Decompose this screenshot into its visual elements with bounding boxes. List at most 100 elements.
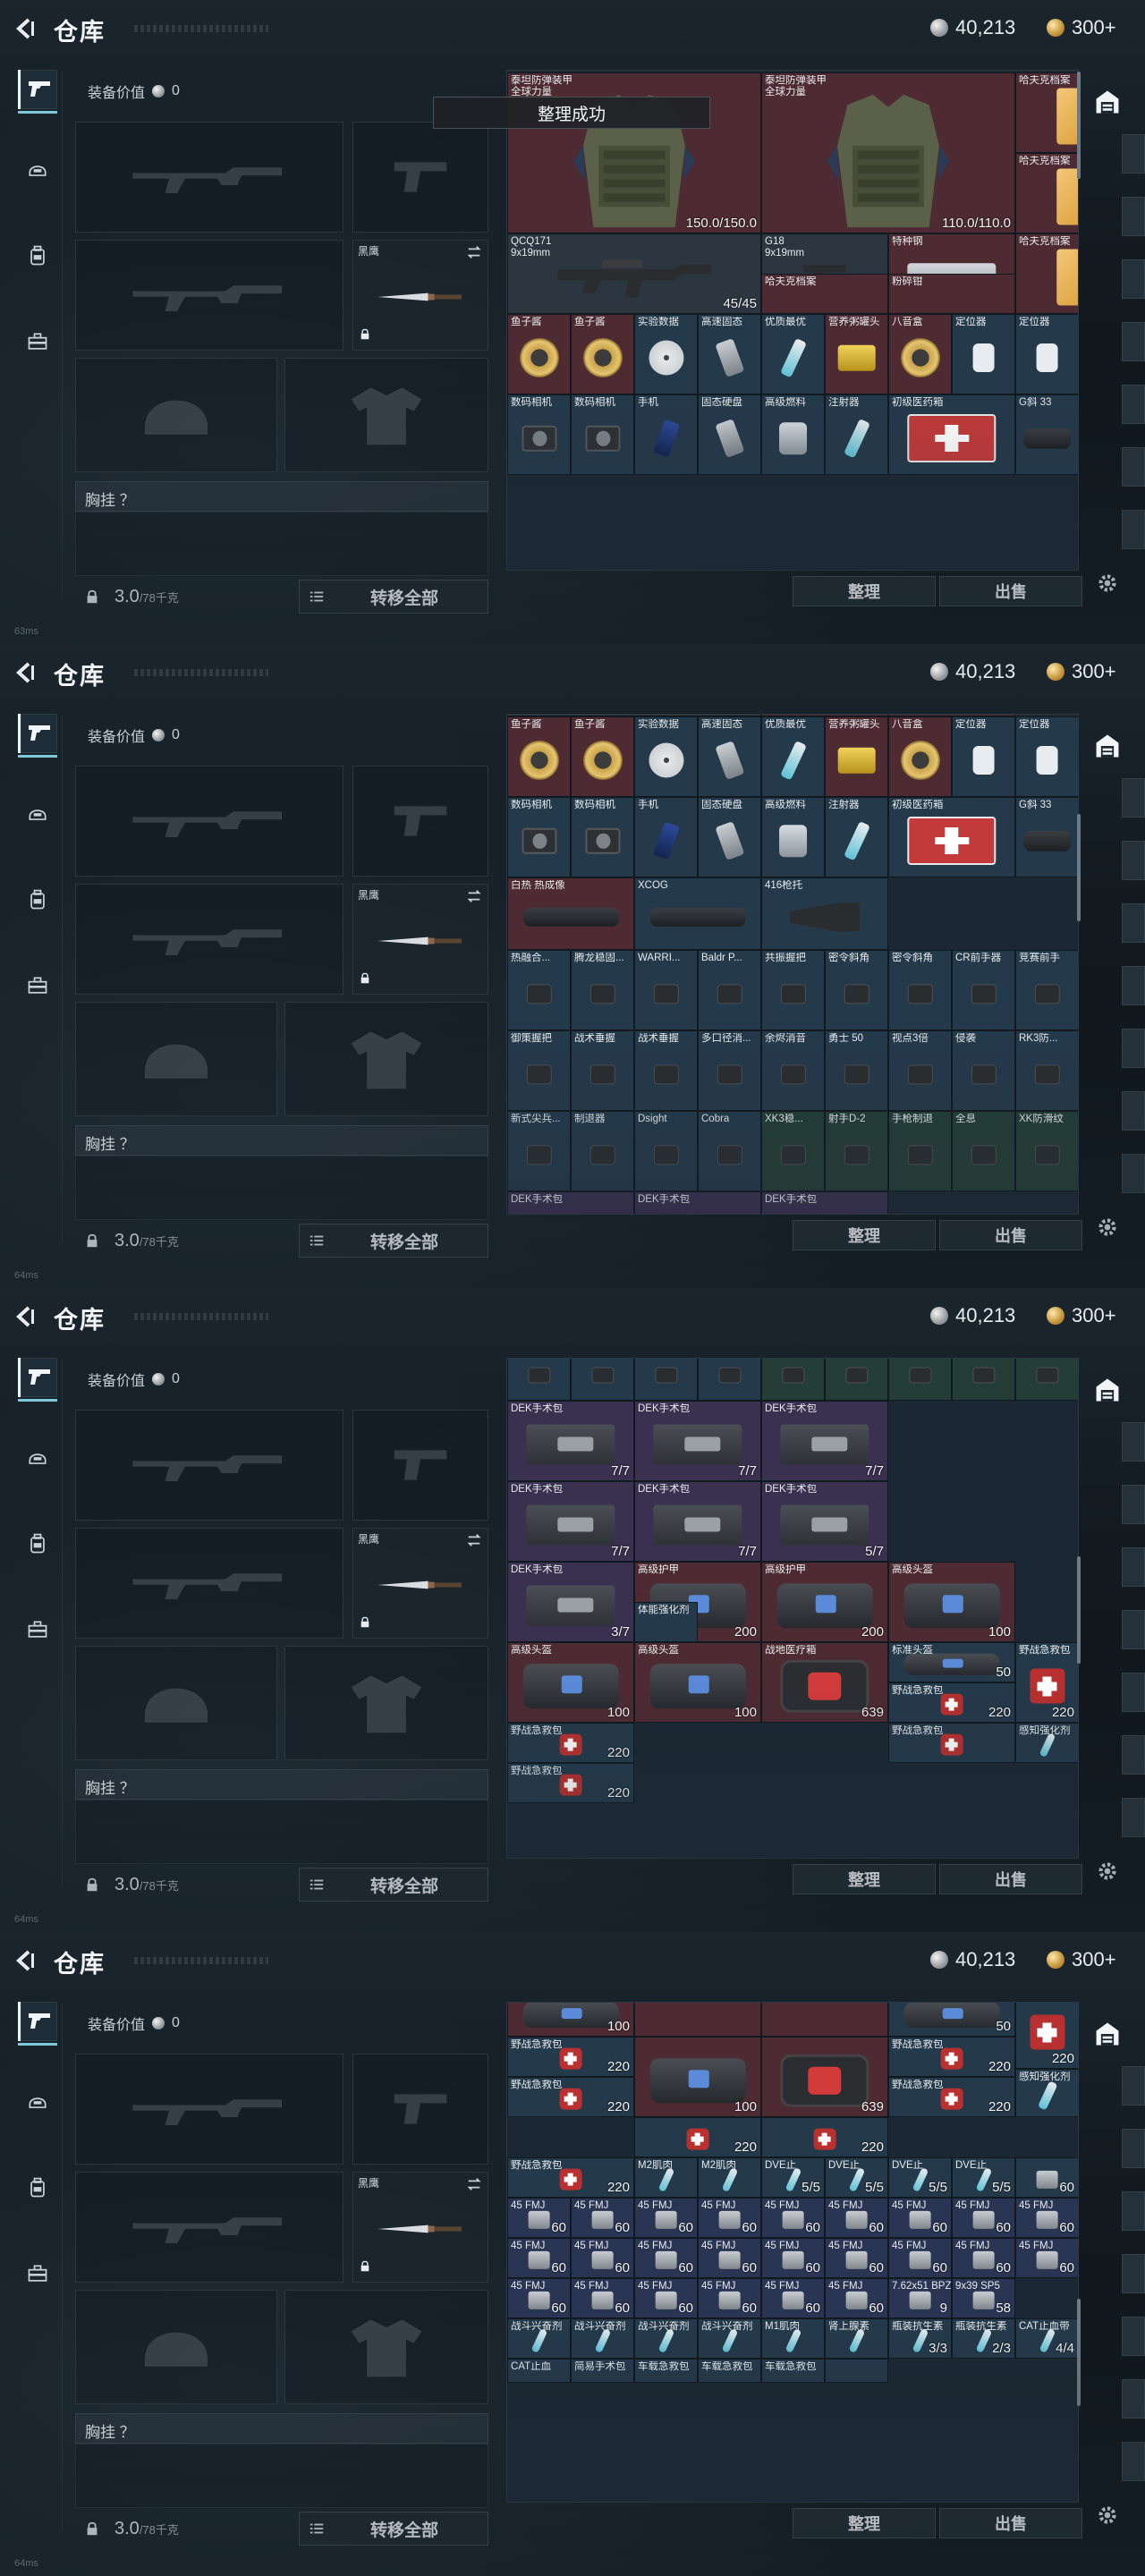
- nav-toolbox[interactable]: [18, 2256, 57, 2295]
- nav-toolbox[interactable]: [18, 324, 57, 363]
- storage-item[interactable]: 45 FMJ 60: [888, 2198, 952, 2238]
- pistol-slot[interactable]: [352, 122, 488, 233]
- storage-item[interactable]: 粉碎钳: [888, 274, 1015, 314]
- chest-rig-header[interactable]: 胸挂 ？: [75, 1125, 488, 1156]
- storage-item[interactable]: [825, 2359, 888, 2383]
- sell-button[interactable]: 出售: [939, 1220, 1082, 1250]
- storage-item[interactable]: 野战急救包 220: [888, 2037, 1015, 2077]
- side-panel-tab[interactable]: [1122, 966, 1145, 1005]
- armor-slot[interactable]: [284, 2290, 488, 2404]
- storage-item[interactable]: 感知强化剂: [1015, 1723, 1078, 1763]
- storage-item[interactable]: 手机: [634, 797, 698, 877]
- storage-item[interactable]: 野战急救包 220: [507, 2157, 634, 2198]
- storage-item[interactable]: 战地医疗箱 639: [761, 1642, 888, 1723]
- storage-item[interactable]: 手机: [634, 394, 698, 475]
- storage-item[interactable]: DEK手术包 7/7: [507, 1481, 634, 1562]
- side-panel-tab[interactable]: [1122, 2442, 1145, 2481]
- storage-item[interactable]: G斜 33: [1015, 797, 1078, 877]
- nav-backpack[interactable]: [18, 238, 57, 277]
- sell-button[interactable]: 出售: [939, 1864, 1082, 1894]
- storage-item[interactable]: 鱼子酱: [571, 716, 634, 797]
- storage-item[interactable]: Cobra: [698, 1111, 761, 1191]
- side-panel-tab[interactable]: [1122, 510, 1145, 549]
- secondary-weapon-slot[interactable]: [75, 240, 344, 351]
- nav-pistol[interactable]: [18, 2002, 57, 2041]
- side-panel-tab[interactable]: [1122, 1735, 1145, 1775]
- storage-item[interactable]: DEK手术包 3/7: [507, 1562, 634, 1642]
- storage-item[interactable]: DEK手术包 7/7: [634, 1401, 761, 1481]
- storage-item[interactable]: 定位器: [1015, 314, 1078, 394]
- primary-weapon-slot[interactable]: [75, 122, 344, 233]
- silver-currency[interactable]: 40,213: [930, 1948, 1015, 1971]
- storage-item[interactable]: 哈夫克档案: [1015, 72, 1078, 153]
- side-panel-tab[interactable]: [1122, 778, 1145, 818]
- storage-item[interactable]: 注射器: [825, 797, 888, 877]
- pistol-slot[interactable]: [352, 1410, 488, 1521]
- storage-item[interactable]: 优质最优: [761, 716, 825, 797]
- storage-item[interactable]: 营养粥罐头: [825, 716, 888, 797]
- storage-item[interactable]: DEK手术包 7/7: [761, 1401, 888, 1481]
- storage-item[interactable]: 体能强化剂: [634, 1602, 698, 1642]
- storage-item[interactable]: 野战急救包 220: [1015, 1642, 1078, 1723]
- storage-item[interactable]: 45 FMJ 60: [698, 2198, 761, 2238]
- melee-slot[interactable]: 黑鹰: [352, 240, 488, 351]
- swap-icon[interactable]: [466, 2176, 482, 2197]
- storage-item[interactable]: 战斗兴奋剂: [698, 2318, 761, 2359]
- chest-rig-area[interactable]: [75, 1156, 488, 1220]
- side-panel-tab[interactable]: [1122, 447, 1145, 487]
- storage-item[interactable]: 手枪制退: [888, 1111, 952, 1191]
- chest-rig-area[interactable]: [75, 1800, 488, 1864]
- storage-item[interactable]: RK3防...: [1015, 1030, 1078, 1111]
- storage-item[interactable]: 220: [761, 2117, 888, 2157]
- storage-item[interactable]: 哈夫克档案: [1015, 233, 1078, 314]
- storage-item[interactable]: 220: [1015, 2003, 1078, 2069]
- storage-item[interactable]: 八音盒: [888, 314, 952, 394]
- side-panel-tab[interactable]: [1122, 841, 1145, 880]
- storage-item[interactable]: 45 FMJ 60: [825, 2198, 888, 2238]
- chest-rig-header[interactable]: 胸挂 ？: [75, 1769, 488, 1800]
- storage-item[interactable]: 45 FMJ 60: [634, 2238, 698, 2278]
- storage-item[interactable]: 数码相机: [507, 394, 571, 475]
- storage-item[interactable]: 战斗兴奋剂: [571, 2318, 634, 2359]
- storage-scrollbar[interactable]: [1077, 2299, 1081, 2406]
- storage-item[interactable]: 八音盒: [888, 716, 952, 797]
- back-arrow-icon[interactable]: [13, 660, 38, 685]
- storage-item[interactable]: Dsight: [634, 1111, 698, 1191]
- storage-item[interactable]: 固态硬盘: [698, 797, 761, 877]
- side-panel-tab[interactable]: [1122, 903, 1145, 943]
- silver-currency[interactable]: 40,213: [930, 1304, 1015, 1327]
- nav-backpack[interactable]: [18, 882, 57, 921]
- storage-item[interactable]: G斜 33: [1015, 394, 1078, 475]
- nav-helmet[interactable]: [18, 2084, 57, 2123]
- warehouse-icon[interactable]: [1091, 86, 1124, 118]
- storage-item[interactable]: 100: [507, 2003, 634, 2037]
- storage-item[interactable]: 感知强化剂: [1015, 2069, 1078, 2117]
- storage-scrollbar[interactable]: [1077, 1556, 1081, 1664]
- primary-weapon-slot[interactable]: [75, 766, 344, 877]
- storage-item[interactable]: 制退器: [571, 1111, 634, 1191]
- lock-icon[interactable]: [84, 1233, 100, 1253]
- side-panel-tab[interactable]: [1122, 1091, 1145, 1131]
- settings-icon[interactable]: [1091, 2499, 1124, 2531]
- lock-icon[interactable]: [84, 2521, 100, 2541]
- transfer-all-button[interactable]: 转移全部: [299, 1868, 488, 1902]
- storage-item[interactable]: Cobra: [698, 1359, 761, 1401]
- storage-item[interactable]: WARRI...: [634, 950, 698, 1030]
- storage-item[interactable]: 高级燃料: [761, 797, 825, 877]
- storage-item[interactable]: 45 FMJ 60: [761, 2278, 825, 2318]
- storage-item[interactable]: 御策握把: [507, 1030, 571, 1111]
- nav-backpack[interactable]: [18, 2170, 57, 2209]
- storage-item[interactable]: 高级头盔 100: [888, 1562, 1015, 1642]
- storage-item[interactable]: 瓶装抗生素 2/3: [952, 2318, 1015, 2359]
- primary-weapon-slot[interactable]: [75, 2054, 344, 2165]
- storage-item[interactable]: 战术垂握: [634, 1030, 698, 1111]
- back-arrow-icon[interactable]: [13, 1304, 38, 1329]
- pistol-slot[interactable]: [352, 766, 488, 877]
- storage-item[interactable]: 侵袭: [952, 1030, 1015, 1111]
- nav-toolbox[interactable]: [18, 968, 57, 1007]
- lock-icon[interactable]: [84, 1877, 100, 1897]
- storage-item[interactable]: 哈夫克档案: [1015, 153, 1078, 233]
- storage-item[interactable]: 密令斜角: [825, 950, 888, 1030]
- storage-item[interactable]: 定位器: [952, 716, 1015, 797]
- storage-item[interactable]: 新式尖兵: [507, 1359, 571, 1401]
